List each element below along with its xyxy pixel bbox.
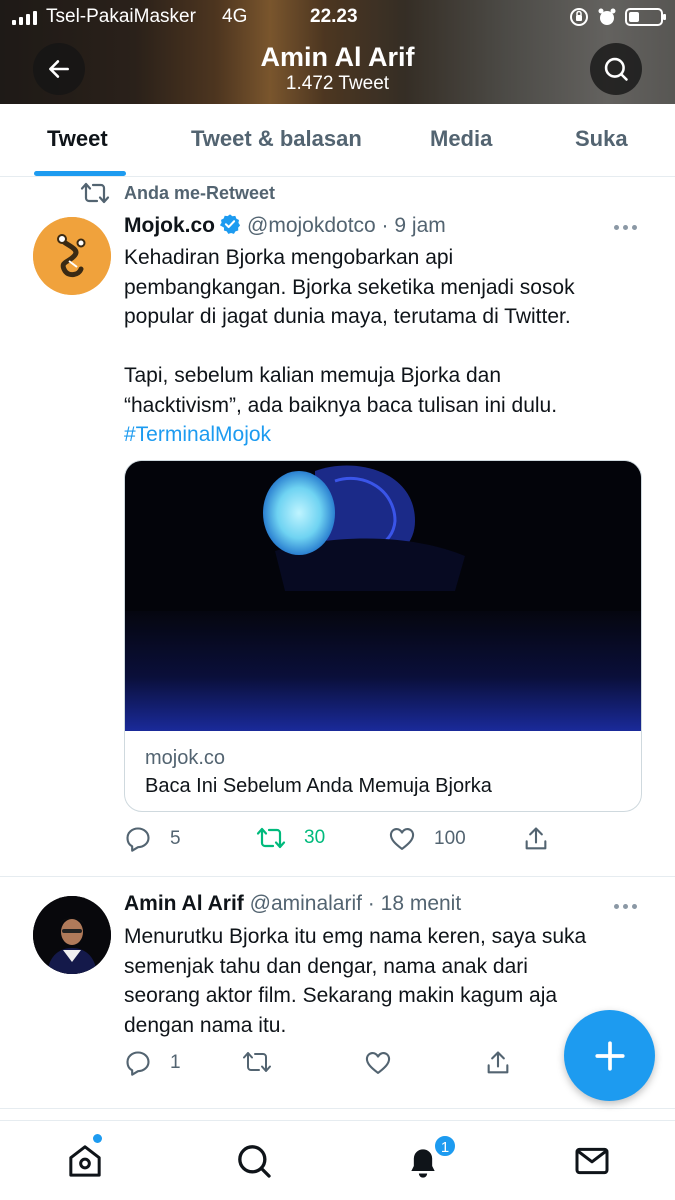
- author-name[interactable]: Amin Al Arif: [124, 892, 244, 915]
- tweet-line: “hacktivism”, ada baiknya baca tulisan i…: [124, 393, 558, 417]
- retweet-context-label: Anda me-Retweet: [124, 182, 276, 203]
- bottom-navigation: [0, 1120, 675, 1200]
- tweet-divider: [0, 1108, 675, 1109]
- retweet-icon: [80, 182, 110, 204]
- search-icon: [238, 1145, 271, 1178]
- profile-name: Amin Al Arif: [260, 42, 415, 72]
- tweet-actions: 1: [124, 1049, 624, 1079]
- heart-icon: [365, 1052, 391, 1074]
- mojok-logo-icon: [33, 217, 111, 295]
- search-icon: [604, 57, 628, 81]
- orientation-lock-icon: [570, 8, 588, 26]
- tab-media[interactable]: Media: [430, 126, 492, 152]
- tweet-line: dengan nama itu.: [124, 1013, 287, 1037]
- tweet-body: Menurutku Bjorka itu emg nama keren, say…: [124, 922, 634, 1040]
- status-bar: Tsel-PakaiMasker 4G 22.23: [0, 0, 675, 36]
- handle-timestamp: @aminalarif · 18 menit: [249, 892, 462, 915]
- tweet-divider: [0, 876, 675, 877]
- tweet-line: popular di jagat dunia maya, terutama di…: [124, 305, 571, 328]
- compose-tweet-button[interactable]: [564, 1010, 655, 1101]
- active-tab-indicator: [34, 171, 126, 176]
- home-unread-dot: [93, 1134, 102, 1143]
- retweet-count: 30: [304, 827, 326, 848]
- alarm-icon: [598, 8, 616, 25]
- carrier-label: Tsel-PakaiMasker: [46, 6, 196, 27]
- explore-tab[interactable]: [234, 1141, 274, 1181]
- author-name[interactable]: Mojok.co: [124, 214, 215, 237]
- retweet-context: Anda me-Retweet: [80, 181, 275, 205]
- like-count: 100: [434, 828, 466, 849]
- more-options-icon[interactable]: [614, 904, 637, 909]
- more-options-icon[interactable]: [614, 225, 637, 230]
- tab-tweet-replies[interactable]: Tweet & balasan: [191, 126, 362, 152]
- card-image: [125, 461, 641, 731]
- notification-badge: 1: [433, 1134, 457, 1158]
- tab-tweet[interactable]: Tweet: [47, 126, 108, 152]
- tweet-line: [124, 332, 634, 362]
- profile-photo: [33, 896, 111, 974]
- home-tab[interactable]: [65, 1141, 105, 1181]
- tweet-line: Menurutku Bjorka itu emg nama keren, say…: [124, 925, 587, 948]
- profile-tabs: Tweet Tweet & balasan Media Suka: [0, 104, 675, 177]
- mail-icon: [575, 1147, 609, 1175]
- tweet-line: Kehadiran Bjorka mengobarkan api: [124, 246, 454, 269]
- tweet-line: semenjak tahu dan dengar, nama anak dari: [124, 954, 528, 978]
- tweet-count: 1.472 Tweet: [285, 73, 390, 94]
- tweet-header: Amin Al Arif @aminalarif · 18 menit: [124, 892, 461, 916]
- share-icon: [487, 1051, 509, 1074]
- retweet-icon: [243, 1052, 271, 1072]
- messages-tab[interactable]: [572, 1141, 612, 1181]
- tweet-line: pembangkangan. Bjorka seketika menjadi s…: [124, 275, 575, 299]
- home-icon: [69, 1145, 101, 1177]
- share-icon: [525, 827, 547, 850]
- avatar[interactable]: [33, 217, 111, 295]
- handle-timestamp: @mojokdotco · 9 jam: [247, 214, 446, 237]
- signal-icon: [12, 11, 37, 25]
- tweet-header: Mojok.co @mojokdotco · 9 jam: [124, 213, 446, 238]
- like-button[interactable]: [364, 1049, 392, 1077]
- share-button[interactable]: [522, 825, 550, 853]
- battery-icon: [625, 8, 666, 26]
- reply-count: 5: [170, 828, 181, 849]
- reply-count: 1: [170, 1052, 181, 1073]
- tweet-body: Kehadiran Bjorka mengobarkan api pembang…: [124, 243, 634, 450]
- reply-button[interactable]: 1: [124, 1049, 181, 1077]
- retweet-icon: [256, 827, 286, 849]
- like-button[interactable]: 100: [388, 825, 466, 853]
- tweet-line: Tapi, sebelum kalian memuja Bjorka dan: [124, 364, 502, 387]
- retweet-button[interactable]: 30: [256, 825, 325, 851]
- tab-likes[interactable]: Suka: [575, 126, 628, 152]
- reply-icon: [126, 827, 150, 852]
- avatar[interactable]: [33, 896, 111, 974]
- heart-icon: [389, 828, 415, 850]
- hashtag-link[interactable]: #TerminalMojok: [124, 420, 634, 450]
- tweet-line: seorang aktor film. Sekarang makin kagum…: [124, 984, 558, 1007]
- link-card[interactable]: mojok.co Baca Ini Sebelum Anda Memuja Bj…: [124, 460, 642, 812]
- profile-header: Tsel-PakaiMasker 4G 22.23 Amin Al Arif 1…: [0, 0, 675, 104]
- share-button[interactable]: [484, 1049, 512, 1077]
- network-label: 4G: [222, 6, 248, 27]
- clock: 22.23: [310, 6, 358, 27]
- retweet-button[interactable]: [242, 1049, 272, 1075]
- search-button[interactable]: [590, 43, 642, 95]
- reply-button[interactable]: 5: [124, 825, 181, 853]
- tweet-actions: 5 30 100: [124, 825, 624, 855]
- reply-icon: [126, 1051, 150, 1076]
- plus-icon: [594, 1040, 625, 1071]
- masked-figure-image: [125, 461, 641, 731]
- verified-badge-icon: [219, 214, 241, 234]
- card-domain: mojok.co: [145, 747, 226, 769]
- card-title: Baca Ini Sebelum Anda Memuja Bjorka: [145, 775, 492, 797]
